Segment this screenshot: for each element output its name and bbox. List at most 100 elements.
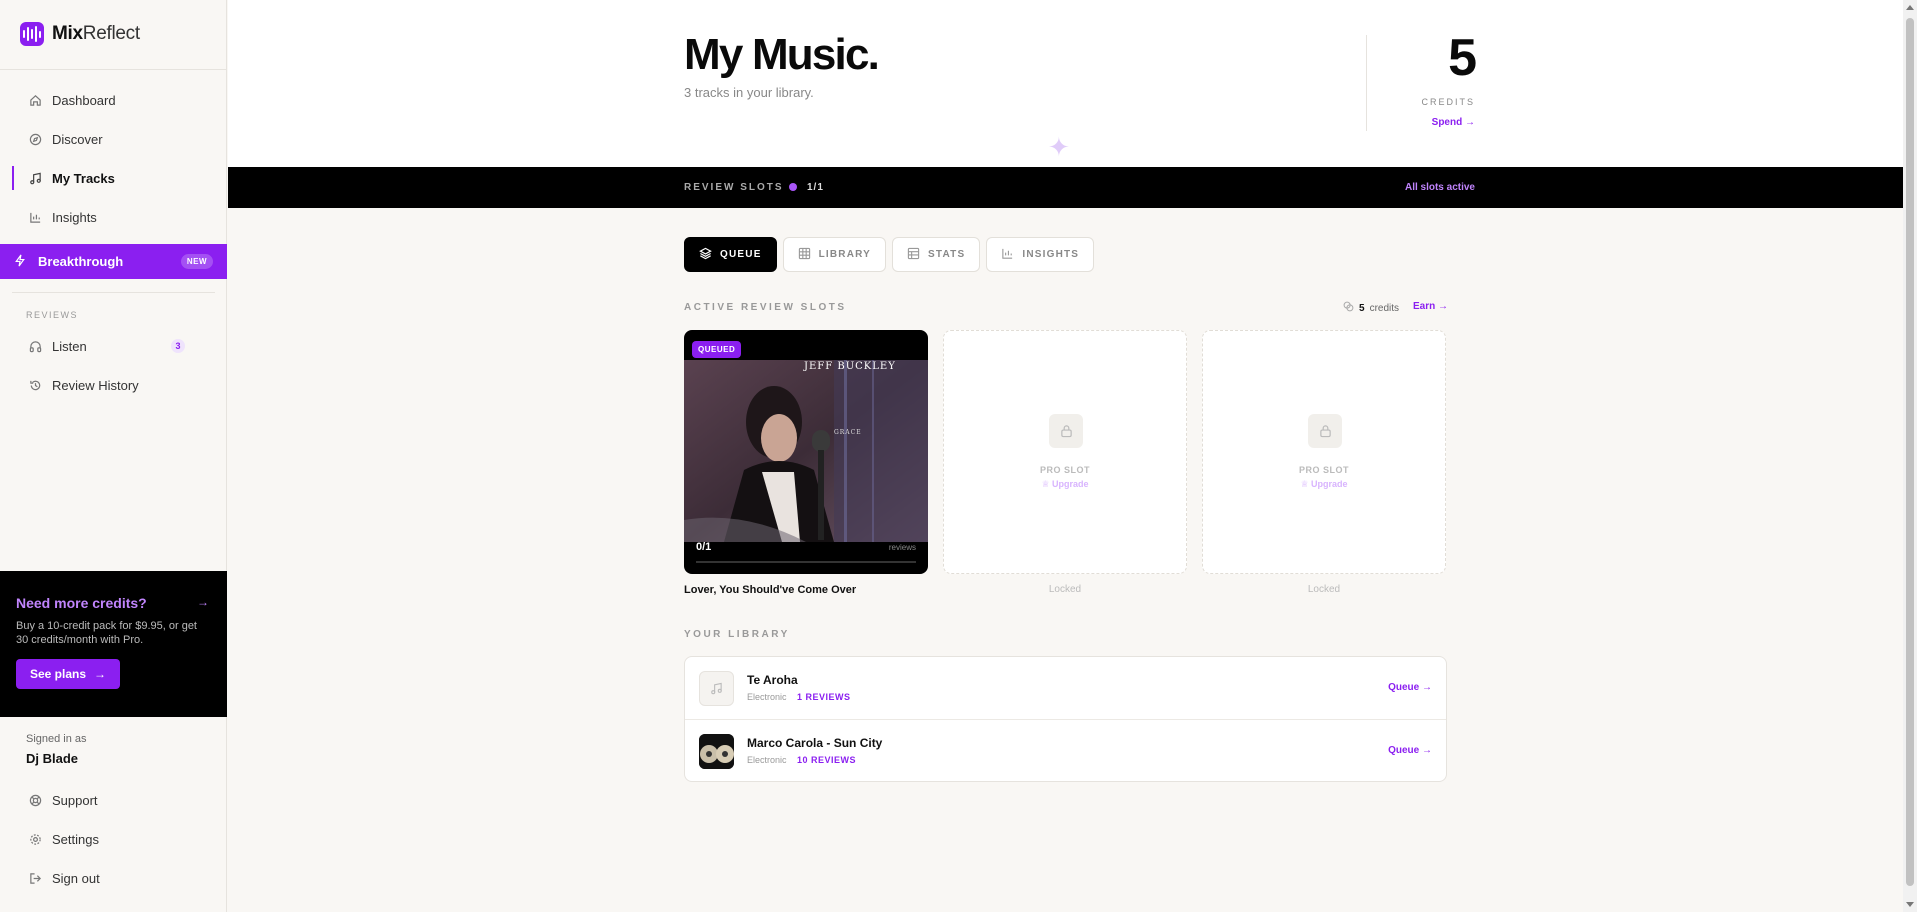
queued-badge: QUEUED: [692, 341, 742, 358]
nav-label: Support: [52, 792, 98, 808]
review-slot-locked: PRO SLOT ♕ Upgrade: [1202, 330, 1446, 574]
credits-balance: 5 credits: [1343, 301, 1399, 315]
review-slot-filled[interactable]: QUEUED JEFF BUCKLEY GRACE 0/1 reviews: [684, 330, 928, 574]
lightning-icon: [14, 254, 26, 270]
arrow-right-icon: →: [1422, 745, 1432, 756]
library-row[interactable]: Marco Carola - Sun City Electronic 10 RE…: [685, 719, 1446, 781]
see-plans-label: See plans: [30, 667, 87, 681]
track-title: Te Aroha: [747, 673, 798, 687]
cover-album-text: GRACE: [834, 429, 862, 436]
upgrade-label: Upgrade: [1052, 479, 1089, 489]
compass-icon: [28, 132, 42, 146]
arrow-right-icon: →: [94, 667, 107, 681]
bar-chart-icon: [1001, 247, 1014, 263]
slots-label: REVIEW SLOTS: [684, 182, 784, 193]
nav-label: Sign out: [52, 870, 100, 886]
crown-icon: ♕: [1041, 479, 1050, 489]
breakthrough-label: Breakthrough: [38, 254, 124, 269]
arrow-right-icon[interactable]: →: [197, 595, 209, 609]
tab-label: STATS: [928, 249, 966, 260]
library-label: YOUR LIBRARY: [684, 629, 790, 640]
nav-dashboard[interactable]: Dashboard: [12, 84, 215, 116]
nav-settings[interactable]: Settings: [12, 823, 215, 855]
layers-icon: [699, 247, 712, 263]
lifebuoy-icon: [28, 793, 42, 807]
slot-track-title[interactable]: Lover, You Should've Come Over: [684, 584, 856, 596]
arrow-right-icon: →: [1422, 682, 1432, 693]
listen-count-badge: 3: [171, 339, 185, 353]
upgrade-link[interactable]: ♕ Upgrade: [1203, 479, 1445, 490]
nav-listen[interactable]: Listen 3: [12, 330, 215, 362]
divider: [12, 292, 215, 293]
nav-my-tracks[interactable]: My Tracks: [12, 162, 215, 194]
pro-slot-label: PRO SLOT: [1298, 465, 1349, 475]
music-note-icon: [28, 171, 42, 185]
tab-insights[interactable]: INSIGHTS: [986, 237, 1095, 272]
track-genre: Electronic: [747, 755, 787, 765]
credits-promo: Need more credits? → Buy a 10-credit pac…: [0, 571, 227, 717]
promo-text: Buy a 10-credit pack for $9.95, or get 3…: [16, 620, 197, 646]
main-content: My Music. 3 tracks in your library. 5 CR…: [228, 0, 1903, 912]
history-icon: [28, 378, 42, 392]
logo-waveform-icon: [20, 22, 44, 46]
page-title: My Music.: [684, 30, 880, 79]
coins-icon: [1343, 301, 1354, 315]
slot-locked-caption: Locked: [1048, 584, 1082, 595]
queue-label: Queue: [1388, 682, 1420, 693]
nav-support[interactable]: Support: [12, 784, 215, 816]
see-plans-button[interactable]: See plans →: [16, 659, 121, 689]
home-icon: [28, 93, 42, 107]
nav-label: Insights: [52, 209, 97, 225]
status-dot: [789, 183, 797, 191]
library-row[interactable]: Te Aroha Electronic 1 REVIEWS Queue →: [685, 657, 1446, 719]
review-slot-locked: PRO SLOT ♕ Upgrade: [943, 330, 1187, 574]
scroll-up-arrow[interactable]: [1906, 5, 1914, 10]
page-subtitle: 3 tracks in your library.: [684, 85, 814, 100]
credits-label: CREDITS: [1421, 97, 1475, 107]
scroll-thumb[interactable]: [1906, 18, 1914, 886]
spend-link[interactable]: Spend →: [1403, 117, 1475, 128]
nav-label: Dashboard: [52, 92, 116, 108]
table-icon: [907, 247, 920, 263]
tab-library[interactable]: LIBRARY: [782, 237, 887, 272]
bar-chart-icon: [28, 210, 42, 224]
nav-discover[interactable]: Discover: [12, 123, 215, 155]
credits-balance-value: 5: [1359, 302, 1365, 314]
queue-button[interactable]: Queue →: [1388, 745, 1432, 756]
earn-link[interactable]: Earn →: [1413, 301, 1448, 312]
nav-sign-out[interactable]: Sign out: [12, 862, 215, 894]
scroll-down-arrow[interactable]: [1906, 902, 1914, 907]
tab-label: LIBRARY: [818, 249, 872, 260]
scrollbar[interactable]: [1903, 0, 1917, 912]
nav-label: Listen: [52, 338, 87, 354]
divider: [0, 69, 227, 70]
breakthrough-link[interactable]: Breakthrough NEW: [0, 244, 227, 279]
lock-icon: [1049, 414, 1083, 448]
credits-balance-suffix: credits: [1369, 302, 1400, 314]
library-list: Te Aroha Electronic 1 REVIEWS Queue → Ma…: [684, 656, 1447, 782]
tab-bar: QUEUE LIBRARY STATS INSIGHTS: [684, 237, 1095, 272]
sparkle-icon: ✦: [1048, 132, 1070, 162]
crown-icon: ♕: [1300, 479, 1309, 489]
nav-review-history[interactable]: Review History: [12, 369, 215, 401]
signed-in-label: Signed in as: [26, 733, 87, 745]
promo-title: Need more credits?: [16, 595, 147, 611]
divider: [1366, 35, 1367, 131]
slots-count: 1/1: [807, 182, 824, 193]
page-header: My Music. 3 tracks in your library. 5 CR…: [228, 0, 1903, 167]
brand-name: MixReflect: [52, 23, 140, 44]
tab-queue[interactable]: QUEUE: [684, 237, 777, 272]
upgrade-label: Upgrade: [1311, 479, 1348, 489]
track-reviews: 1 REVIEWS: [797, 692, 851, 702]
active-slots-label: ACTIVE REVIEW SLOTS: [684, 302, 847, 313]
vinyl-artwork: [699, 734, 734, 769]
new-badge: NEW: [180, 254, 213, 269]
music-note-icon: [699, 671, 734, 706]
queue-button[interactable]: Queue →: [1388, 682, 1432, 693]
upgrade-link[interactable]: ♕ Upgrade: [944, 479, 1186, 490]
credits-count: 5: [1448, 29, 1477, 87]
nav-insights[interactable]: Insights: [12, 201, 215, 233]
tab-stats[interactable]: STATS: [892, 237, 981, 272]
cover-artist-text: JEFF BUCKLEY: [804, 361, 896, 372]
logo[interactable]: MixReflect: [20, 22, 140, 46]
